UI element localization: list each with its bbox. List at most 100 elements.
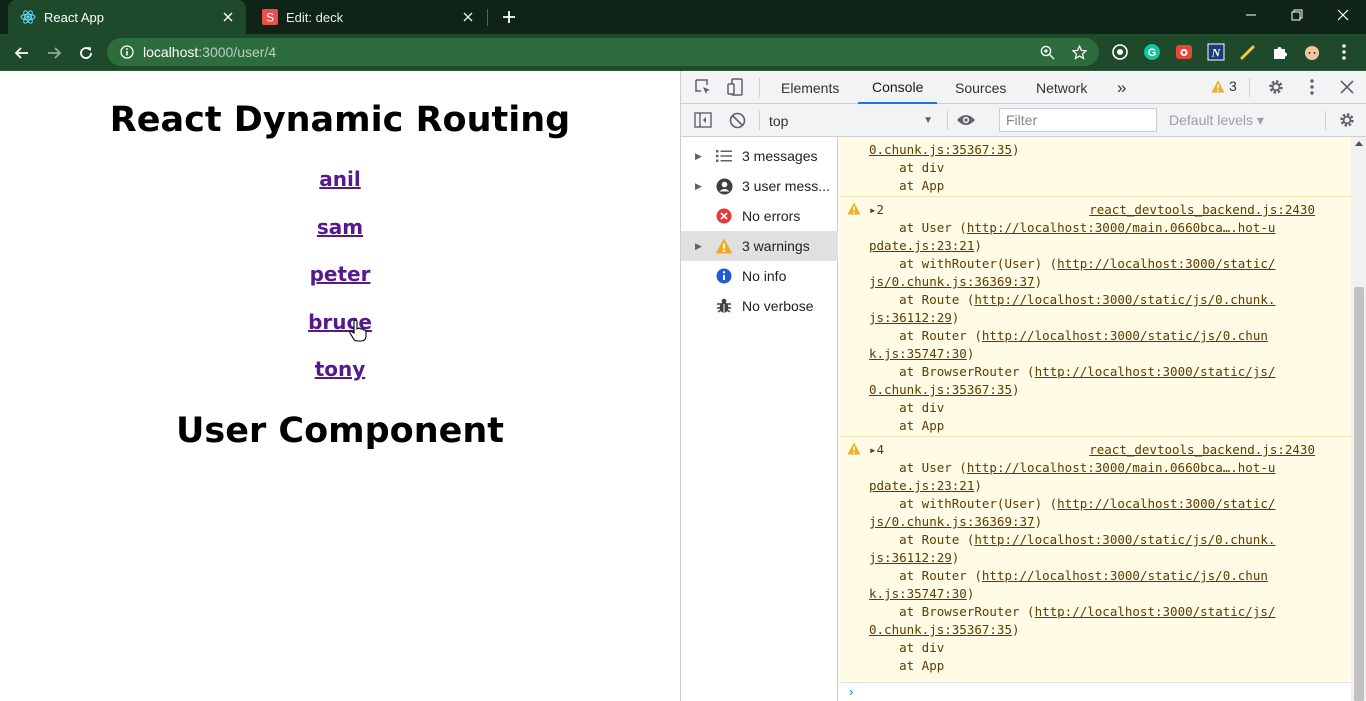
console-prompt[interactable]: ›: [839, 682, 1351, 701]
sidebar-item-warnings[interactable]: ▶ 3 warnings: [681, 231, 838, 261]
stack-source-link[interactable]: http://localhost:3000/static/js/0.chun: [982, 328, 1268, 343]
stack-source-link[interactable]: 0.chunk.js:35367:35: [869, 622, 1012, 637]
message-source-link[interactable]: react_devtools_backend.js:2430: [1089, 441, 1315, 459]
sidebar-item-info[interactable]: No info: [681, 261, 838, 291]
forward-button[interactable]: [40, 39, 68, 67]
stack-source-link[interactable]: k.js:35747:30: [869, 346, 967, 361]
tab-network[interactable]: Network: [1022, 71, 1101, 104]
expand-arrow-icon[interactable]: ▶: [695, 181, 709, 192]
filter-input[interactable]: [999, 108, 1157, 132]
more-vert-icon[interactable]: [1301, 76, 1323, 98]
minimize-button[interactable]: [1228, 0, 1274, 30]
stack-source-link[interactable]: http://localhost:3000/static/: [1057, 496, 1275, 511]
stack-source-link[interactable]: http://localhost:3000/static/js/0.chun: [982, 568, 1268, 583]
sidebar-item-verbose[interactable]: No verbose: [681, 291, 838, 321]
sidebar-item-user-messages[interactable]: ▶ 3 user mess...: [681, 171, 838, 201]
user-circle-icon: [715, 177, 733, 195]
stack-source-link[interactable]: 0.chunk.js:35367:35: [869, 142, 1012, 157]
notes-extension-icon[interactable]: N: [1206, 42, 1226, 62]
tab-console[interactable]: Console: [858, 71, 938, 104]
reload-button[interactable]: [72, 39, 100, 67]
user-link-anil[interactable]: anil: [0, 167, 680, 191]
star-icon[interactable]: [1071, 44, 1087, 60]
stack-text: ): [1012, 622, 1020, 637]
restore-button[interactable]: [1274, 0, 1320, 30]
stack-source-link[interactable]: http://localhost:3000/main.0660bca….hot-…: [967, 220, 1276, 235]
stack-source-link[interactable]: http://localhost:3000/static/js/0.chunk.: [974, 532, 1275, 547]
reload-icon: [80, 47, 92, 59]
console-stack-line: at Route (http://localhost:3000/static/j…: [869, 531, 1275, 549]
scroll-up-arrow-icon[interactable]: [1355, 141, 1363, 146]
console-settings-gear-icon[interactable]: [1336, 109, 1358, 131]
eye-icon[interactable]: [955, 109, 977, 131]
stack-source-link[interactable]: http://localhost:3000/static/: [1057, 256, 1275, 271]
stack-source-link[interactable]: js:36112:29: [869, 550, 952, 565]
stack-source-link[interactable]: k.js:35747:30: [869, 586, 967, 601]
sidebar-toggle-icon[interactable]: [692, 109, 714, 131]
stack-source-link[interactable]: http://localhost:3000/static/js/: [1035, 364, 1276, 379]
stack-source-link[interactable]: pdate.js:23:21: [869, 478, 974, 493]
console-stack-line: at withRouter(User) (http://localhost:30…: [869, 255, 1275, 273]
stack-source-link[interactable]: http://localhost:3000/static/js/0.chunk.: [974, 292, 1275, 307]
warning-counter[interactable]: 3: [1211, 78, 1237, 94]
stack-source-link[interactable]: 0.chunk.js:35367:35: [869, 382, 1012, 397]
more-tabs-button[interactable]: »: [1103, 71, 1140, 104]
stack-source-link[interactable]: js:36112:29: [869, 310, 952, 325]
sidebar-item-errors[interactable]: No errors: [681, 201, 838, 231]
warning-icon: [715, 237, 733, 255]
back-button[interactable]: [8, 39, 36, 67]
close-tab-icon[interactable]: [458, 7, 478, 27]
console-stack-line: at App: [869, 657, 944, 675]
tab-edit-deck[interactable]: S Edit: deck: [250, 0, 486, 34]
close-devtools-icon[interactable]: [1336, 76, 1358, 98]
stack-source-link[interactable]: pdate.js:23:21: [869, 238, 974, 253]
zoom-icon[interactable]: [1039, 44, 1055, 60]
log-levels-dropdown[interactable]: Default levels ▾: [1169, 112, 1264, 129]
repeat-count[interactable]: ▸2: [869, 201, 884, 219]
camera-extension-icon[interactable]: [1174, 42, 1194, 62]
user-link-bruce[interactable]: bruce: [0, 310, 680, 334]
message-source-link[interactable]: react_devtools_backend.js:2430: [1089, 201, 1315, 219]
warning-icon: [847, 202, 861, 215]
new-tab-button[interactable]: [498, 6, 520, 28]
svg-text:G: G: [1148, 47, 1157, 59]
grammarly-icon[interactable]: G: [1142, 42, 1162, 62]
user-link-peter[interactable]: peter: [0, 262, 680, 286]
repeat-count[interactable]: ▸4: [869, 441, 884, 459]
page-title: React Dynamic Routing: [109, 100, 571, 140]
tab-elements[interactable]: Elements: [767, 71, 853, 104]
device-toggle-icon[interactable]: [725, 76, 747, 98]
close-tab-icon[interactable]: [218, 7, 238, 27]
record-extension-icon[interactable]: [1110, 42, 1130, 62]
tab-separator: [487, 9, 488, 26]
context-selector[interactable]: top ▼: [769, 110, 939, 132]
close-window-button[interactable]: [1320, 0, 1366, 30]
more-vert-icon[interactable]: [1334, 42, 1354, 62]
stack-source-link[interactable]: http://localhost:3000/main.0660bca….hot-…: [967, 460, 1276, 475]
avatar[interactable]: [1302, 42, 1322, 62]
clear-console-icon[interactable]: [726, 109, 748, 131]
context-label: top: [769, 113, 789, 129]
warning-message-header[interactable]: ▸2 react_devtools_backend.js:2430: [839, 201, 1351, 219]
scrollbar-thumb[interactable]: [1354, 287, 1364, 701]
tab-react-app[interactable]: React App: [8, 0, 246, 34]
expand-arrow-icon[interactable]: ▶: [695, 151, 709, 162]
stack-text: at div: [869, 640, 945, 655]
console-scrollbar[interactable]: [1351, 137, 1366, 701]
stack-text: at BrowserRouter (: [869, 604, 1035, 619]
stack-source-link[interactable]: js/0.chunk.js:36369:37: [869, 514, 1035, 529]
warning-message-header[interactable]: ▸4 react_devtools_backend.js:2430: [839, 441, 1351, 459]
address-bar[interactable]: localhost:3000/user/4: [107, 38, 1099, 66]
tab-sources[interactable]: Sources: [941, 71, 1020, 104]
info-icon[interactable]: [119, 44, 135, 60]
user-link-sam[interactable]: sam: [0, 215, 680, 239]
user-link-tony[interactable]: tony: [0, 357, 680, 381]
sidebar-item-messages[interactable]: ▶ 3 messages: [681, 141, 838, 171]
stack-source-link[interactable]: http://localhost:3000/static/js/: [1035, 604, 1276, 619]
expand-arrow-icon[interactable]: ▶: [695, 241, 709, 252]
highlighter-icon[interactable]: [1238, 42, 1258, 62]
puzzle-icon[interactable]: [1270, 42, 1290, 62]
inspect-element-icon[interactable]: [692, 76, 714, 98]
settings-gear-icon[interactable]: [1265, 76, 1287, 98]
stack-source-link[interactable]: js/0.chunk.js:36369:37: [869, 274, 1035, 289]
